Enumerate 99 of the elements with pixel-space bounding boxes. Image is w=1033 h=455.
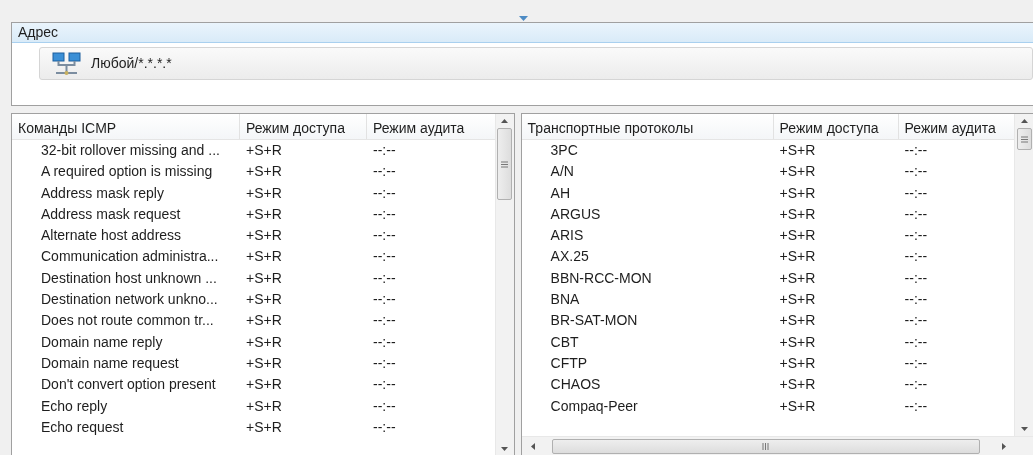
grip-icon — [501, 160, 509, 168]
table-cell-text: +S+R — [245, 247, 283, 267]
table-cell-text: +S+R — [778, 353, 817, 373]
table-cell-text: --:-- — [372, 141, 397, 160]
table-cell-text: --:-- — [903, 141, 929, 160]
table-cell-text: +S+R — [778, 290, 817, 310]
table-cell-text: --:-- — [903, 290, 929, 310]
scroll-thumb[interactable] — [497, 128, 513, 200]
table-cell-text: +S+R — [245, 290, 283, 310]
table-cell-text: +S+R — [778, 311, 817, 331]
table-cell-text: AX.25 — [549, 247, 590, 267]
table-cell-text: +S+R — [778, 183, 817, 203]
grip-icon — [1020, 135, 1028, 143]
panel-title: Адрес — [18, 24, 59, 40]
table-cell-text: --:-- — [903, 162, 929, 182]
table-cell-text: BR-SAT-MON — [549, 311, 639, 331]
table-cell-text: --:-- — [372, 247, 397, 267]
collapse-arrow-icon[interactable] — [519, 16, 528, 21]
table-cell-text: ARGUS — [549, 204, 602, 224]
table-cell-text: 32-bit rollover missing and ... — [40, 141, 221, 160]
table-cell-text: Domain name reply — [40, 332, 164, 352]
table-cell-text: Don't convert option present — [40, 375, 217, 395]
address-entry[interactable]: Любой/*.*.*.* — [39, 47, 1033, 80]
table-cell-text: --:-- — [903, 353, 929, 373]
column-header[interactable]: Команды ICMP — [12, 114, 240, 139]
table-cell-text: Communication administra... — [40, 247, 220, 267]
column-header[interactable]: Транспортные протоколы — [521, 114, 774, 139]
table-cell-text: CHAOS — [549, 375, 602, 395]
table-cell-text: --:-- — [903, 204, 929, 224]
table-cell-text: +S+R — [245, 353, 283, 373]
table-cell-text: --:-- — [372, 311, 397, 331]
scroll-thumb[interactable] — [551, 439, 980, 454]
table-cell-text: +S+R — [778, 375, 817, 395]
table-cell-text: --:-- — [372, 396, 397, 416]
table-cell-text: Domain name request — [40, 353, 180, 373]
grip-icon — [762, 443, 770, 450]
table-cell-text: +S+R — [245, 226, 283, 246]
table-cell-text: --:-- — [903, 183, 929, 203]
table-cell-text: +S+R — [778, 268, 817, 288]
table-cell-text: BBN-RCC-MON — [549, 268, 653, 288]
table-cell-text: Address mask reply — [40, 183, 165, 203]
column-header[interactable]: Режим доступа — [773, 114, 899, 139]
table-cell-text: +S+R — [245, 268, 283, 288]
table-cell-text: +S+R — [778, 247, 817, 267]
table-cell-text: Destination host unknown ... — [40, 268, 218, 288]
table-cell-text: CFTP — [549, 353, 589, 373]
table-cell-text: --:-- — [372, 183, 397, 203]
table-cell-text: +S+R — [245, 375, 283, 395]
table-cell-text: --:-- — [372, 162, 397, 182]
table-cell-text: --:-- — [372, 268, 397, 288]
table-cell-text: --:-- — [372, 226, 397, 246]
table-cell-text: +S+R — [778, 332, 817, 352]
table-cell-text: +S+R — [245, 417, 283, 437]
network-icon — [52, 50, 82, 77]
table-cell-text: A/N — [549, 162, 575, 182]
table-cell-text: --:-- — [372, 375, 397, 395]
table-cell-text: --:-- — [903, 375, 929, 395]
scroll-thumb[interactable] — [1016, 128, 1032, 150]
table-cell-text: AH — [549, 183, 572, 203]
table-cell-text: +S+R — [245, 204, 283, 224]
table-cell-text: --:-- — [903, 332, 929, 352]
table-cell-text: +S+R — [245, 332, 283, 352]
table-cell-text: +S+R — [778, 141, 817, 160]
table-cell-text: +S+R — [245, 183, 283, 203]
vertical-scrollbar[interactable] — [1014, 114, 1033, 436]
table-cell-text: +S+R — [245, 162, 283, 182]
table-cell-text: +S+R — [778, 226, 817, 246]
table-cell-text: --:-- — [372, 204, 397, 224]
column-header[interactable]: Режим доступа — [240, 114, 367, 139]
table-cell-text: Compaq-Peer — [549, 396, 639, 416]
table-cell-text: +S+R — [245, 311, 283, 331]
table-cell-text: Destination network unkno... — [40, 290, 219, 310]
table-cell-text: CBT — [549, 332, 580, 352]
table-cell-text: +S+R — [778, 396, 817, 416]
table-cell-text: --:-- — [372, 332, 397, 352]
address-label: Любой/*.*.*.* — [91, 54, 172, 73]
table-cell-text: BNA — [549, 290, 581, 310]
table-cell-text: +S+R — [778, 204, 817, 224]
table-cell-text: Echo request — [40, 417, 125, 437]
table-cell-text: 3PC — [549, 141, 579, 160]
table-cell-text: --:-- — [372, 417, 397, 437]
table-cell-text: Address mask request — [40, 204, 182, 224]
table-cell-text: +S+R — [245, 141, 283, 160]
table-cell-text: Alternate host address — [40, 226, 183, 246]
vertical-scrollbar[interactable] — [494, 114, 514, 455]
table-cell-text: --:-- — [903, 226, 929, 246]
table-cell-text: --:-- — [372, 290, 397, 310]
table-cell-text: +S+R — [778, 162, 817, 182]
table-cell-text: --:-- — [903, 268, 929, 288]
table-cell-text: --:-- — [903, 311, 929, 331]
table-cell-text: Does not route common tr... — [40, 311, 215, 331]
table-cell-text: ARIS — [549, 226, 585, 246]
horizontal-scrollbar[interactable] — [521, 436, 1033, 455]
table-cell-text: A required option is missing — [40, 162, 214, 182]
table-cell-text: Echo reply — [40, 396, 109, 416]
table-cell-text: --:-- — [903, 247, 929, 267]
table-cell-text: --:-- — [372, 353, 397, 373]
table-cell-text: +S+R — [245, 396, 283, 416]
table-cell-text: --:-- — [903, 396, 929, 416]
